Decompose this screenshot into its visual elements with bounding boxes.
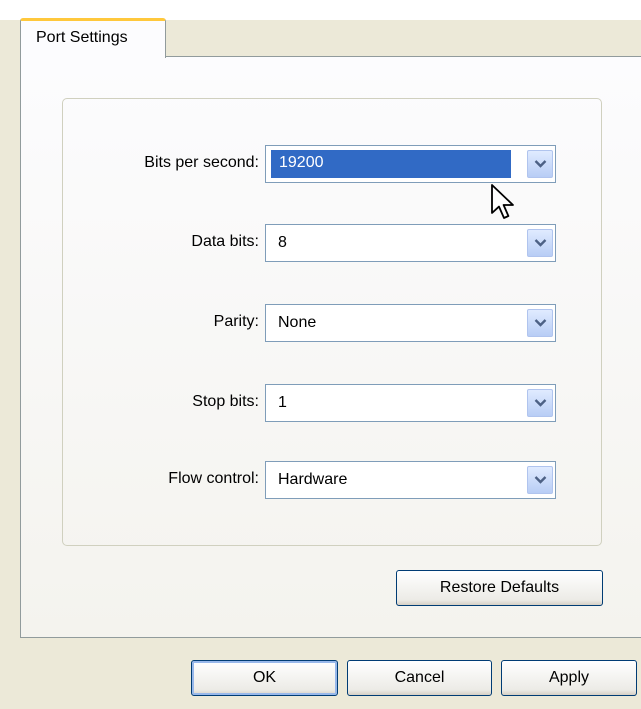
setting-row-data-bits: Data bits: 8 [0, 224, 641, 262]
cancel-button[interactable]: Cancel [347, 660, 492, 696]
data-bits-value: 8 [278, 234, 287, 251]
chevron-down-icon[interactable] [527, 150, 553, 178]
parity-value: None [278, 314, 317, 331]
flow-control-label: Flow control: [168, 470, 259, 487]
parity-label: Parity: [213, 313, 259, 330]
bits-per-second-label: Bits per second: [144, 154, 259, 171]
bits-per-second-select[interactable]: 19200 [265, 145, 556, 183]
mouse-pointer-icon [490, 183, 518, 226]
restore-defaults-button[interactable]: Restore Defaults [396, 570, 603, 606]
ok-button[interactable]: OK [191, 660, 338, 696]
setting-row-parity: Parity: None [0, 304, 641, 342]
chevron-down-icon[interactable] [527, 466, 553, 494]
chevron-down-icon[interactable] [527, 229, 553, 257]
stop-bits-label: Stop bits: [192, 393, 259, 410]
apply-button[interactable]: Apply [501, 660, 637, 696]
flow-control-select[interactable]: Hardware [265, 461, 556, 499]
data-bits-select[interactable]: 8 [265, 224, 556, 262]
chevron-down-icon[interactable] [527, 389, 553, 417]
data-bits-label: Data bits: [191, 233, 259, 250]
chevron-down-icon[interactable] [527, 309, 553, 337]
flow-control-value: Hardware [278, 471, 348, 488]
stop-bits-select[interactable]: 1 [265, 384, 556, 422]
parity-select[interactable]: None [265, 304, 556, 342]
bits-per-second-value: 19200 [271, 150, 511, 178]
tab-port-settings[interactable]: Port Settings [20, 18, 166, 58]
setting-row-flow-control: Flow control: Hardware [0, 461, 641, 499]
stop-bits-value: 1 [278, 394, 287, 411]
setting-row-stop-bits: Stop bits: 1 [0, 384, 641, 422]
window-top-strip [0, 0, 641, 20]
setting-row-bits-per-second: Bits per second: 19200 [0, 145, 641, 183]
tab-label: Port Settings [36, 29, 128, 46]
